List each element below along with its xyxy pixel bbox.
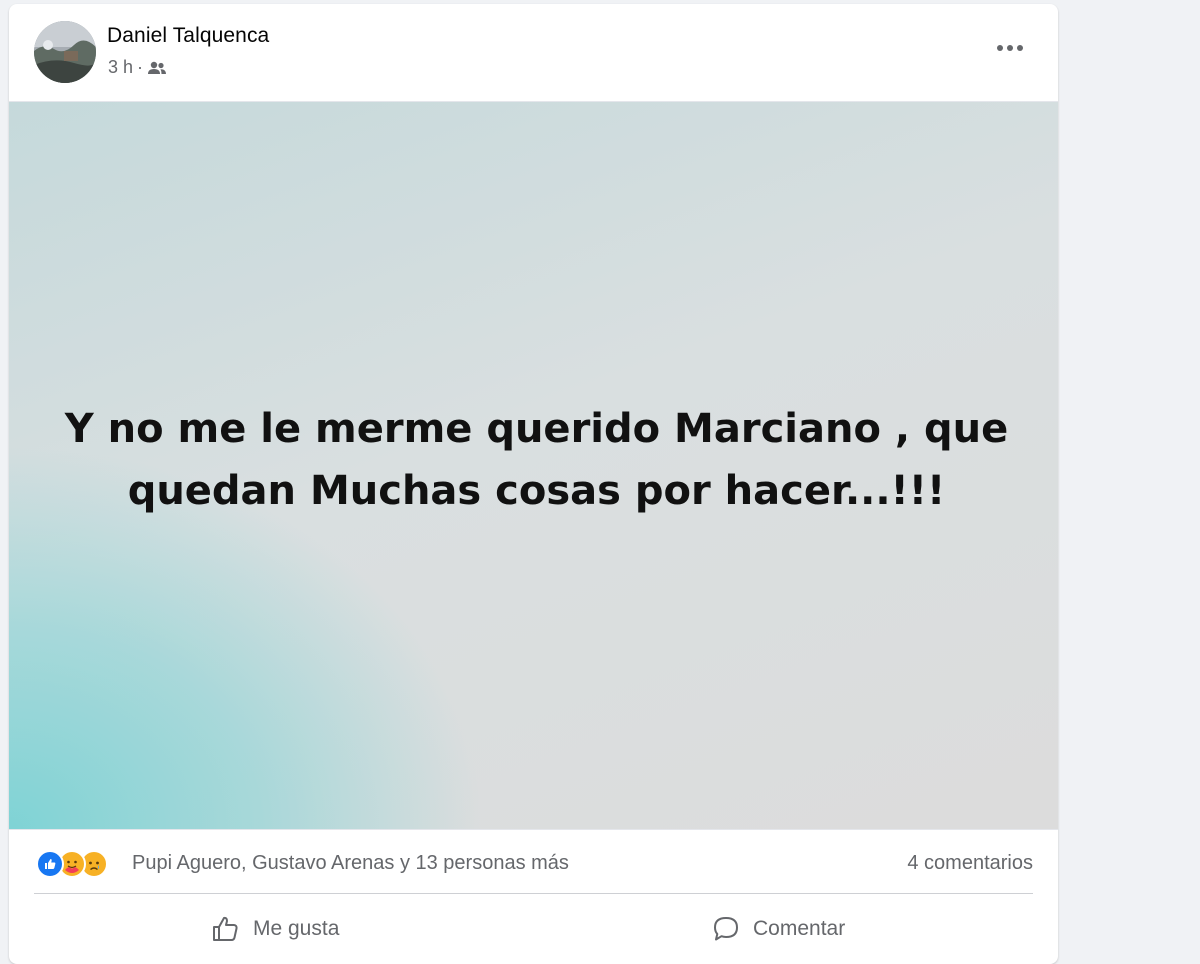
meta-separator: · (137, 57, 144, 77)
actions-divider (34, 893, 1033, 894)
comment-button-label: Comentar (753, 917, 846, 940)
like-button[interactable]: Me gusta (211, 909, 339, 949)
comment-count[interactable]: 4 comentarios (907, 852, 1033, 875)
like-button-label: Me gusta (253, 917, 340, 940)
post-time[interactable]: 3 h (108, 57, 133, 78)
more-options-button[interactable] (990, 34, 1030, 62)
post-actions: Me gusta Comentar (9, 901, 1058, 956)
reactors-text[interactable]: Pupi Aguero, Gustavo Arenas y 13 persona… (132, 852, 569, 875)
post-text-background[interactable]: Y no me le merme querido Marciano , que … (9, 101, 1058, 830)
like-reaction-icon (36, 850, 64, 878)
reaction-icons[interactable] (36, 850, 108, 878)
post-text: Y no me le merme querido Marciano , que … (57, 398, 1017, 522)
post-meta: 3 h · (108, 57, 167, 78)
post-header: Daniel Talquenca 3 h · (9, 4, 1058, 101)
ellipsis-icon (997, 45, 1023, 51)
author-avatar[interactable] (34, 21, 96, 83)
author-name[interactable]: Daniel Talquenca (107, 24, 269, 48)
comment-button[interactable]: Comentar (711, 909, 845, 949)
comment-bubble-icon (714, 917, 738, 941)
friends-icon[interactable] (147, 60, 167, 76)
reactions-summary: Pupi Aguero, Gustavo Arenas y 13 persona… (9, 842, 1058, 888)
post-card: Daniel Talquenca 3 h · Y no me le merme … (9, 4, 1058, 964)
avatar-photo (34, 21, 96, 83)
post-text-line-2: quedan Muchas cosas por hacer...!!! (127, 467, 946, 514)
thumbs-up-icon (213, 916, 238, 941)
post-text-line-1: Y no me le merme querido Marciano , que (64, 405, 1009, 452)
